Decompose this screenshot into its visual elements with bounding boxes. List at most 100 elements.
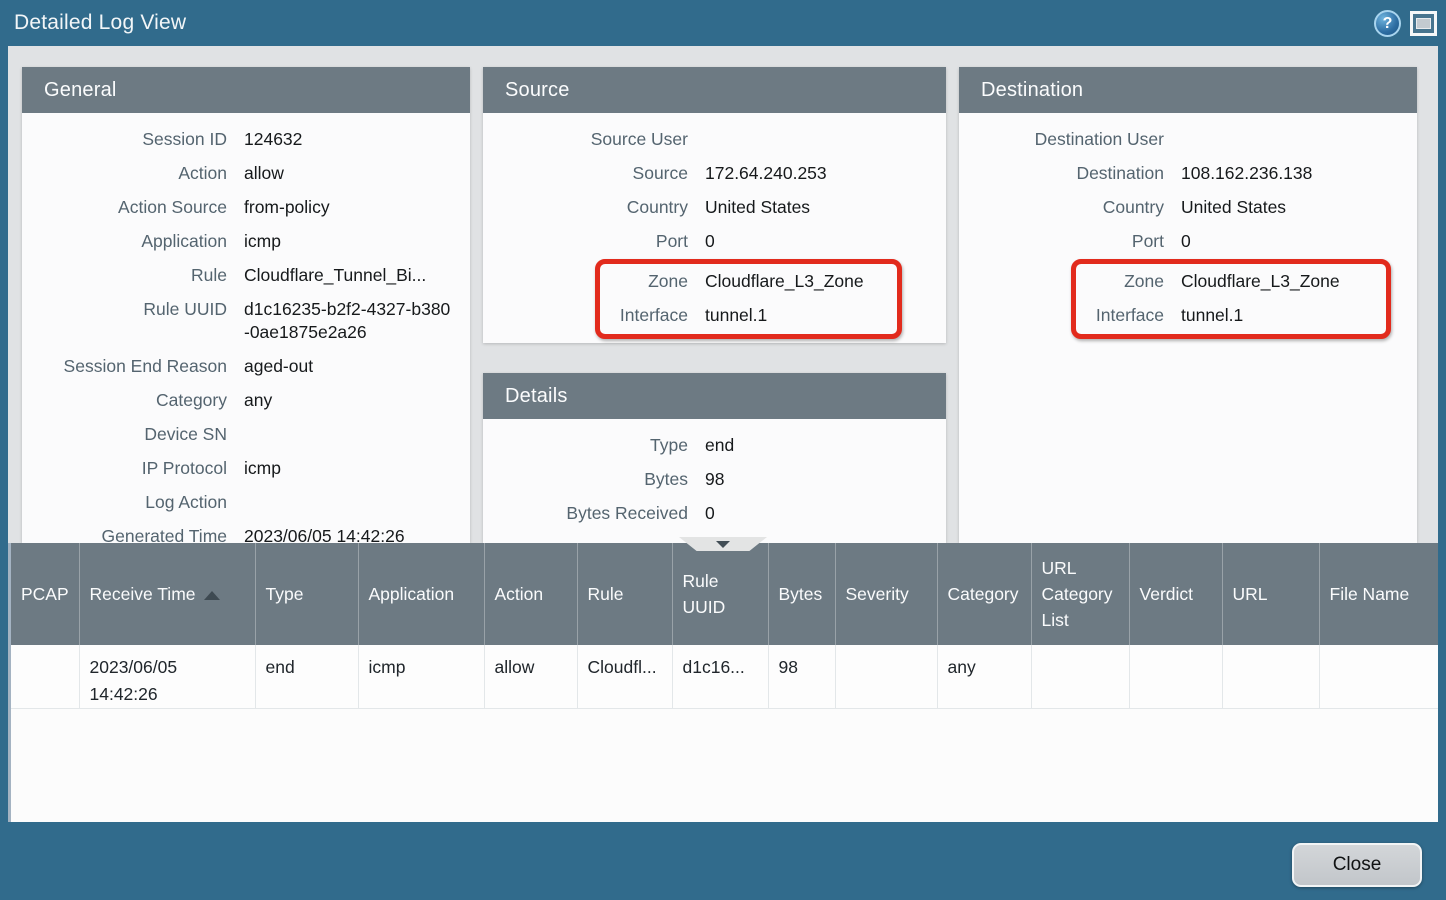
field-label: Session End Reason	[22, 355, 227, 378]
column-header-url[interactable]: URL	[1222, 543, 1319, 645]
field-value: United States	[1181, 196, 1417, 219]
column-header-pcap[interactable]: PCAP	[11, 543, 79, 645]
column-header-file-name[interactable]: File Name	[1319, 543, 1438, 645]
column-label: Verdict	[1140, 584, 1194, 604]
field-row-ip-protocol: IP Protocol icmp	[22, 452, 470, 486]
column-header-severity[interactable]: Severity	[835, 543, 937, 645]
help-glyph: ?	[1383, 15, 1393, 33]
field-label: Action Source	[22, 196, 227, 219]
field-row-source-interface: Interface tunnel.1	[600, 299, 897, 333]
field-label: Device SN	[22, 423, 227, 446]
field-row-generated-time: Generated Time 2023/06/05 14:42:26	[22, 520, 470, 543]
column-label: Severity	[846, 584, 909, 604]
field-label: Zone	[1076, 270, 1164, 293]
field-value: Cloudflare_Tunnel_Bi...	[244, 264, 470, 287]
log-table-row[interactable]: 2023/06/05 14:42:26 end icmp allow Cloud…	[11, 645, 1438, 709]
log-table-region: PCAP Receive Time Type Application Actio…	[8, 543, 1438, 822]
field-label: Rule	[22, 264, 227, 287]
field-row-bytes-received: Bytes Received 0	[483, 497, 946, 531]
field-label: Zone	[600, 270, 688, 293]
field-row-category: Category any	[22, 384, 470, 418]
field-value: tunnel.1	[1181, 304, 1386, 327]
field-row-device-sn: Device SN	[22, 418, 470, 452]
details-panel-header: Details	[483, 373, 946, 419]
field-value: allow	[244, 162, 470, 185]
cell-severity	[835, 645, 937, 709]
field-value: Cloudflare_L3_Zone	[705, 270, 897, 293]
column-label: URL Category List	[1042, 558, 1113, 630]
cell-url-category-list	[1031, 645, 1129, 709]
field-label: Port	[483, 230, 688, 253]
column-header-bytes[interactable]: Bytes	[768, 543, 835, 645]
field-value: 98	[705, 468, 946, 491]
field-label: Session ID	[22, 128, 227, 151]
field-value: United States	[705, 196, 946, 219]
cell-rule: Cloudfl...	[577, 645, 672, 709]
field-value: end	[705, 434, 946, 457]
field-row-action: Action allow	[22, 157, 470, 191]
cell-category: any	[937, 645, 1031, 709]
destination-zone-highlight-box: Zone Cloudflare_L3_Zone Interface tunnel…	[1071, 259, 1391, 339]
column-label: File Name	[1330, 584, 1410, 604]
field-row-source-country: Country United States	[483, 191, 946, 225]
log-table: PCAP Receive Time Type Application Actio…	[11, 543, 1438, 709]
field-label: Application	[22, 230, 227, 253]
close-button[interactable]: Close	[1292, 843, 1422, 887]
cell-file-name	[1319, 645, 1438, 709]
column-header-category[interactable]: Category	[937, 543, 1031, 645]
field-row-application: Application icmp	[22, 225, 470, 259]
field-row-rule: Rule Cloudflare_Tunnel_Bi...	[22, 259, 470, 293]
maximize-window-icon[interactable]	[1410, 11, 1437, 36]
cell-type: end	[255, 645, 358, 709]
field-row-source-port: Port 0	[483, 225, 946, 259]
field-label: Country	[959, 196, 1164, 219]
field-label: Interface	[1076, 304, 1164, 327]
field-label: Category	[22, 389, 227, 412]
source-panel: Source Source User Source 172.64.240.253…	[483, 67, 946, 343]
column-header-rule[interactable]: Rule	[577, 543, 672, 645]
column-header-receive-time[interactable]: Receive Time	[79, 543, 255, 645]
column-header-url-category-list[interactable]: URL Category List	[1031, 543, 1129, 645]
title-bar-icons: ?	[1374, 10, 1437, 37]
column-header-application[interactable]: Application	[358, 543, 484, 645]
field-row-type: Type end	[483, 429, 946, 463]
field-label: Source User	[483, 128, 688, 151]
field-row-log-action: Log Action	[22, 486, 470, 520]
field-label: Destination	[959, 162, 1164, 185]
column-header-type[interactable]: Type	[255, 543, 358, 645]
field-value: 124632	[244, 128, 470, 151]
field-value: 0	[1181, 230, 1417, 253]
destination-panel: Destination Destination User Destination…	[959, 67, 1417, 543]
cell-receive-time: 2023/06/05 14:42:26	[79, 645, 255, 709]
cell-rule-uuid: d1c16...	[672, 645, 768, 709]
column-header-action[interactable]: Action	[484, 543, 577, 645]
field-row-source-zone: Zone Cloudflare_L3_Zone	[600, 265, 897, 299]
source-zone-highlight-box: Zone Cloudflare_L3_Zone Interface tunnel…	[595, 259, 902, 339]
field-label: IP Protocol	[22, 457, 227, 480]
field-row-bytes: Bytes 98	[483, 463, 946, 497]
help-icon[interactable]: ?	[1374, 10, 1401, 37]
cell-pcap	[11, 645, 79, 709]
field-label: Bytes Received	[483, 502, 688, 525]
field-label: Country	[483, 196, 688, 219]
general-panel: General Session ID 124632 Action allow A…	[22, 67, 470, 543]
field-row-destination-zone: Zone Cloudflare_L3_Zone	[1076, 265, 1386, 299]
field-value: any	[244, 389, 470, 412]
field-label: Destination User	[959, 128, 1164, 151]
column-header-rule-uuid[interactable]: Rule UUID	[672, 543, 768, 645]
destination-panel-header: Destination	[959, 67, 1417, 113]
source-panel-body: Source User Source 172.64.240.253 Countr…	[483, 113, 946, 339]
field-value: 108.162.236.138	[1181, 162, 1417, 185]
sort-ascending-icon	[204, 591, 220, 600]
general-panel-body: Session ID 124632 Action allow Action So…	[22, 113, 470, 543]
details-panel: Details Type end Bytes 98 Bytes Received…	[483, 373, 946, 543]
field-row-destination-country: Country United States	[959, 191, 1417, 225]
field-value: Cloudflare_L3_Zone	[1181, 270, 1386, 293]
source-panel-header: Source	[483, 67, 946, 113]
field-value: icmp	[244, 230, 470, 253]
title-bar: Detailed Log View ?	[0, 0, 1446, 46]
field-value: 0	[705, 502, 946, 525]
field-value: 2023/06/05 14:42:26	[244, 525, 470, 543]
column-header-verdict[interactable]: Verdict	[1129, 543, 1222, 645]
detail-panels-region: General Session ID 124632 Action allow A…	[8, 46, 1438, 543]
